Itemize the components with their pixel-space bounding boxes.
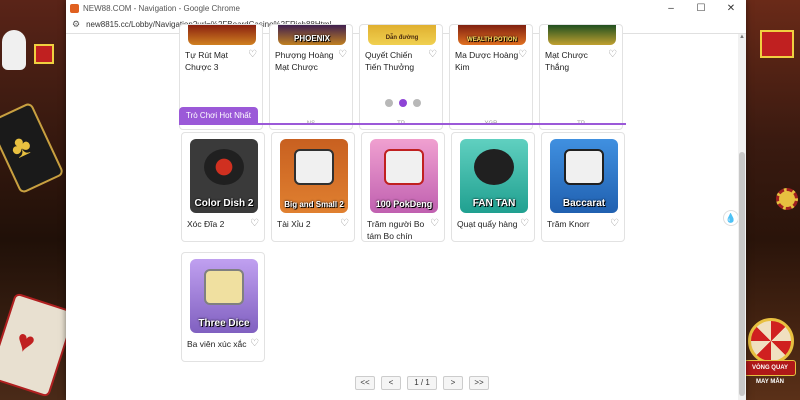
- page-viewport: Tự Rút Mạt Chược 3 ♡ VA PHOENIX Phượng H…: [66, 24, 746, 400]
- scroll-up-icon[interactable]: ▲: [739, 34, 745, 40]
- dice-art: [294, 149, 334, 185]
- carousel-dot[interactable]: [413, 99, 421, 107]
- game-name: Trăm Knorr: [547, 219, 590, 229]
- section-header: Trò Chơi Hot Nhất: [179, 107, 626, 125]
- game-name: Quạt quẩy hàng: [457, 219, 518, 229]
- background-left: ♣ ♥: [0, 0, 77, 400]
- game-thumbnail[interactable]: 100 PokDeng: [370, 139, 438, 213]
- game-name: Tài Xỉu 2: [277, 219, 311, 229]
- carousel-dot[interactable]: [385, 99, 393, 107]
- game-card[interactable]: Baccarat Trăm Knorr ♡: [541, 132, 625, 242]
- carousel-dots: [385, 99, 421, 107]
- game-thumbnail[interactable]: Three Dice: [190, 259, 258, 333]
- game-name: Tự Rút Mạt Chược 3: [185, 50, 229, 72]
- game-thumbnail[interactable]: FAN TAN: [460, 139, 528, 213]
- last-page-button[interactable]: >>: [469, 376, 489, 390]
- lucky-wheel-label[interactable]: VÒNG QUAY MAY MẮN: [744, 360, 796, 385]
- king-card-decoration: ♥: [0, 292, 77, 398]
- thumbnail-title: Dẫn đường: [385, 35, 419, 41]
- game-card[interactable]: Color Dish 2 Xóc Đĩa 2 ♡: [181, 132, 265, 242]
- favorite-heart-icon[interactable]: ♡: [428, 49, 437, 60]
- page-info: 1 / 1: [407, 376, 437, 390]
- game-name: Ma Dược Hoàng Kim: [455, 50, 519, 72]
- thumbnail-title: WEALTH POTION: [467, 37, 517, 43]
- next-page-button[interactable]: >: [443, 376, 463, 390]
- thumbnail-title: FAN TAN: [472, 198, 516, 209]
- game-thumbnail[interactable]: Color Dish 2: [190, 139, 258, 213]
- game-name: Phượng Hoàng Mạt Chược: [275, 50, 334, 72]
- thumbnail-title: Baccarat: [562, 198, 606, 209]
- site-info-icon[interactable]: ⚙: [72, 19, 80, 30]
- thumbnail-title: Big and Small 2: [284, 200, 344, 209]
- thumbnail-title: 100 PokDeng: [375, 199, 433, 209]
- three-dice-art: [204, 269, 244, 305]
- carousel-dot-active[interactable]: [399, 99, 407, 107]
- game-card[interactable]: 100 PokDeng Trăm người Bo tám Bo chín ♡: [361, 132, 445, 242]
- favorite-heart-icon[interactable]: ♡: [518, 49, 527, 60]
- favorite-heart-icon[interactable]: ♡: [250, 218, 259, 229]
- prev-page-button[interactable]: <: [381, 376, 401, 390]
- gift-decoration: [34, 44, 54, 64]
- maximize-button[interactable]: ☐: [686, 3, 716, 14]
- favorite-heart-icon[interactable]: ♡: [340, 218, 349, 229]
- favorite-heart-icon[interactable]: ♡: [520, 218, 529, 229]
- favorite-heart-icon[interactable]: ♡: [610, 218, 619, 229]
- favorite-heart-icon[interactable]: ♡: [250, 338, 259, 349]
- game-name: Quyết Chiến Tiến Thưởng: [365, 50, 415, 72]
- game-card[interactable]: Three Dice Ba viên xúc xắc ♡: [181, 252, 265, 362]
- water-drop-icon[interactable]: 💧: [723, 210, 739, 226]
- chip-decoration: [776, 188, 798, 210]
- window-title: NEW88.COM - Navigation - Google Chrome: [83, 3, 240, 13]
- first-page-button[interactable]: <<: [355, 376, 375, 390]
- favorite-heart-icon[interactable]: ♡: [338, 49, 347, 60]
- thumbnail-title: PHOENIX: [293, 34, 330, 43]
- scrollbar-thumb[interactable]: [739, 152, 745, 396]
- scrollbar[interactable]: ▲: [738, 34, 746, 400]
- game-name: Trăm người Bo tám Bo chín: [367, 219, 425, 241]
- thumbnail-title: Three Dice: [198, 318, 250, 329]
- favorite-heart-icon[interactable]: ♡: [248, 49, 257, 60]
- thumbnail-title: Color Dish 2: [194, 198, 254, 209]
- game-name: Mạt Chược Thắng: [545, 50, 588, 72]
- game-thumbnail[interactable]: PHOENIX: [278, 25, 346, 45]
- game-name: Xóc Đĩa 2: [187, 219, 225, 229]
- game-thumbnail[interactable]: Baccarat: [550, 139, 618, 213]
- club-card-decoration: ♣: [0, 101, 65, 195]
- game-thumbnail[interactable]: Dẫn đường: [368, 25, 436, 45]
- dish-art: [204, 149, 244, 185]
- baccarat-cards-art: [564, 149, 604, 185]
- game-thumbnail[interactable]: WEALTH POTION: [458, 25, 526, 45]
- lucky-wheel-icon[interactable]: [748, 318, 794, 364]
- snowman-decoration: [2, 30, 26, 70]
- title-bar: NEW88.COM - Navigation - Google Chrome –…: [66, 0, 746, 16]
- pagination: << < 1 / 1 > >>: [355, 376, 489, 390]
- bowl-art: [474, 149, 514, 185]
- game-thumbnail[interactable]: [188, 25, 256, 45]
- browser-window: NEW88.COM - Navigation - Google Chrome –…: [66, 0, 746, 400]
- background-right: VÒNG QUAY MAY MẮN: [738, 0, 800, 400]
- gift-decoration-right: [760, 30, 794, 58]
- game-card[interactable]: FAN TAN Quạt quẩy hàng ♡: [451, 132, 535, 242]
- game-card[interactable]: Big and Small 2 Tài Xỉu 2 ♡: [271, 132, 355, 242]
- favicon-icon: [70, 3, 79, 13]
- close-button[interactable]: ✕: [716, 3, 746, 14]
- game-name: Ba viên xúc xắc: [187, 339, 247, 349]
- game-thumbnail[interactable]: Big and Small 2: [280, 139, 348, 213]
- favorite-heart-icon[interactable]: ♡: [430, 218, 439, 229]
- section-title: Trò Chơi Hot Nhất: [179, 107, 258, 125]
- cards-art: [384, 149, 424, 185]
- minimize-button[interactable]: –: [656, 3, 686, 14]
- game-thumbnail[interactable]: [548, 25, 616, 45]
- favorite-heart-icon[interactable]: ♡: [608, 49, 617, 60]
